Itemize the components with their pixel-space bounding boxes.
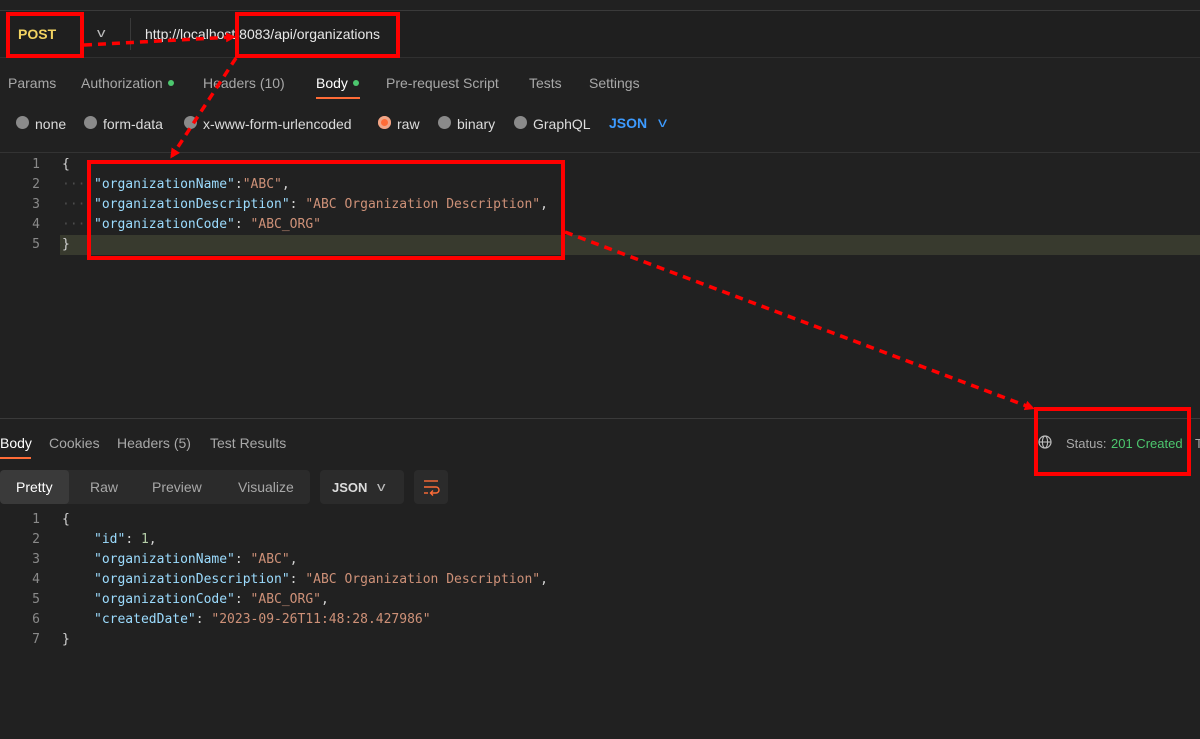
arrow-method-to-url bbox=[83, 32, 236, 47]
arrow-url-to-body bbox=[170, 57, 238, 159]
arrow-body-to-status bbox=[564, 230, 1035, 411]
annotation-arrows bbox=[83, 32, 1035, 411]
